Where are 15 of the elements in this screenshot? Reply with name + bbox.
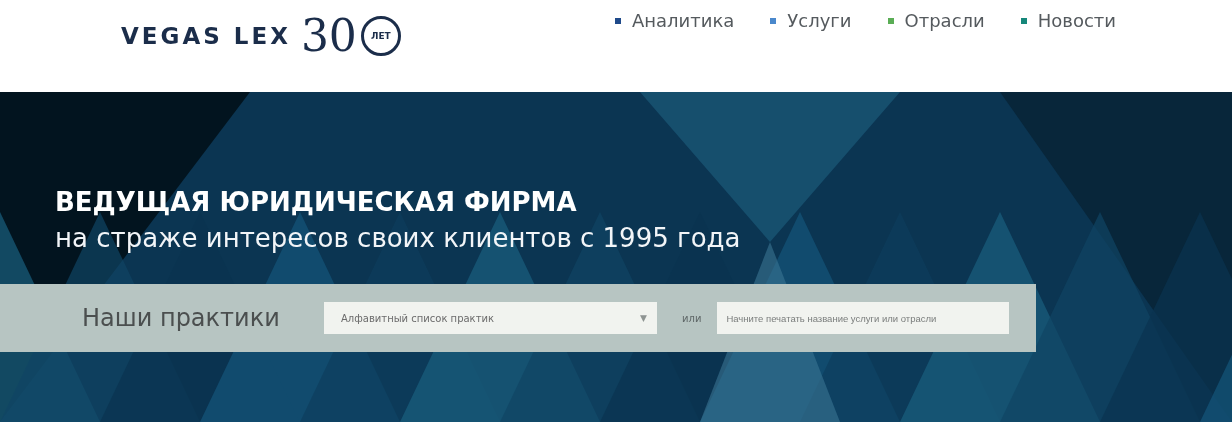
or-label: или	[682, 312, 702, 324]
logo-name: VEGAS LEX	[121, 23, 291, 49]
anniversary-badge: ЛЕТ	[360, 16, 401, 56]
nav-link[interactable]: Аналитика	[614, 10, 735, 31]
anniversary-number: 30	[300, 14, 357, 58]
logo[interactable]: VEGAS LEX 30 ЛЕТ	[121, 14, 401, 58]
hero-subtitle: на страже интересов своих клиентов с 1995 года	[55, 223, 742, 253]
practices-label: Наши практики	[82, 304, 281, 332]
hero-title: ВЕДУЩАЯ ЮРИДИЧЕСКАЯ ФИРМА	[55, 187, 578, 217]
search-field[interactable]: Начните печатать название услуги или отрасли	[717, 302, 1010, 334]
caret-icon: ▼	[640, 313, 647, 323]
nav-link[interactable]: Новости	[1020, 10, 1116, 31]
nav-link[interactable]: Отрасли	[887, 10, 985, 31]
practices-dropdown[interactable]: Алфавитный список практик ▼	[324, 302, 657, 334]
nav-link[interactable]: Услуги	[770, 10, 852, 31]
